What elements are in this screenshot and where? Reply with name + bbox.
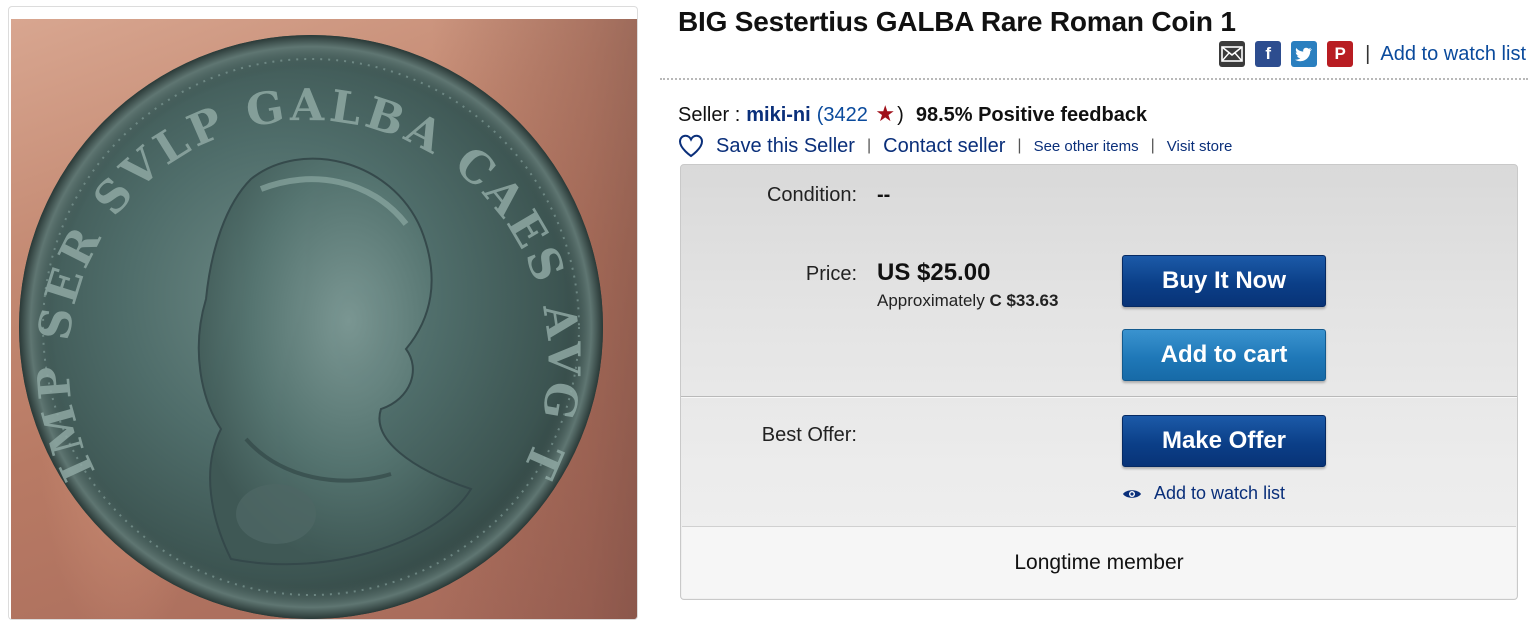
save-seller-link[interactable]: Save this Seller — [716, 135, 855, 158]
converted-price: Approximately C $33.63 — [877, 291, 1058, 311]
best-offer-label: Best Offer: — [761, 424, 857, 446]
eye-icon — [1123, 489, 1141, 498]
buy-box: Condition: -- Price: US $25.00 Approxima… — [680, 164, 1518, 600]
make-offer-button[interactable]: Make Offer — [1122, 415, 1326, 467]
condition-value: -- — [877, 184, 891, 206]
visit-store-link[interactable]: Visit store — [1167, 138, 1233, 155]
coin-image: IMP SER SVLP GALBA CAES AVG TR P — [11, 19, 603, 619]
add-to-cart-button[interactable]: Add to cart — [1122, 329, 1326, 381]
link-separator: | — [1017, 137, 1022, 154]
seller-info: Seller : miki-ni (3422 ★) 98.5% Positive… — [678, 101, 1147, 127]
mail-icon[interactable] — [1219, 41, 1246, 67]
section-divider — [681, 396, 1517, 398]
listing-title: BIG Sestertius GALBA Rare Roman Coin 1 — [678, 6, 1236, 37]
condition-label: Condition: — [766, 184, 857, 206]
product-photo[interactable]: IMP SER SVLP GALBA CAES AVG TR P — [11, 19, 637, 619]
share-separator: | — [1365, 42, 1371, 65]
dotted-divider — [660, 78, 1528, 80]
seller-name-link[interactable]: miki-ni — [746, 104, 810, 127]
feedback-score-close: ) — [897, 104, 904, 126]
contact-seller-link[interactable]: Contact seller — [883, 135, 1005, 158]
red-star-icon: ★ — [875, 101, 896, 126]
add-to-watch-list-link-box[interactable]: Add to watch list — [1122, 483, 1285, 504]
see-other-items-link[interactable]: See other items — [1034, 138, 1139, 155]
longtime-member-badge: Longtime member — [682, 526, 1516, 598]
add-to-watch-list-link[interactable]: Add to watch list — [1380, 43, 1526, 66]
positive-feedback: 98.5% Positive feedback — [915, 104, 1148, 126]
price-value: US $25.00 — [877, 259, 991, 286]
watch-list-label: Add to watch list — [1154, 483, 1286, 503]
twitter-icon[interactable] — [1291, 41, 1318, 67]
approx-value: C $33.63 — [989, 291, 1059, 310]
feedback-score-link[interactable]: (3422 ★) — [817, 101, 904, 127]
approx-prefix: Approximately — [877, 291, 985, 310]
heart-icon[interactable] — [678, 133, 704, 159]
product-image-frame[interactable]: IMP SER SVLP GALBA CAES AVG TR P — [8, 6, 638, 620]
share-bar: f P | Add to watch list — [1219, 40, 1526, 68]
feedback-score: (3422 — [816, 104, 868, 126]
buy-it-now-button[interactable]: Buy It Now — [1122, 255, 1326, 307]
seller-links: Save this Seller | Contact seller | See … — [678, 131, 1232, 161]
link-separator: | — [1150, 137, 1155, 154]
seller-prefix: Seller : — [678, 104, 741, 126]
pinterest-icon[interactable]: P — [1327, 41, 1354, 67]
price-label: Price: — [805, 263, 857, 285]
link-separator: | — [866, 137, 872, 154]
facebook-icon[interactable]: f — [1255, 41, 1282, 67]
